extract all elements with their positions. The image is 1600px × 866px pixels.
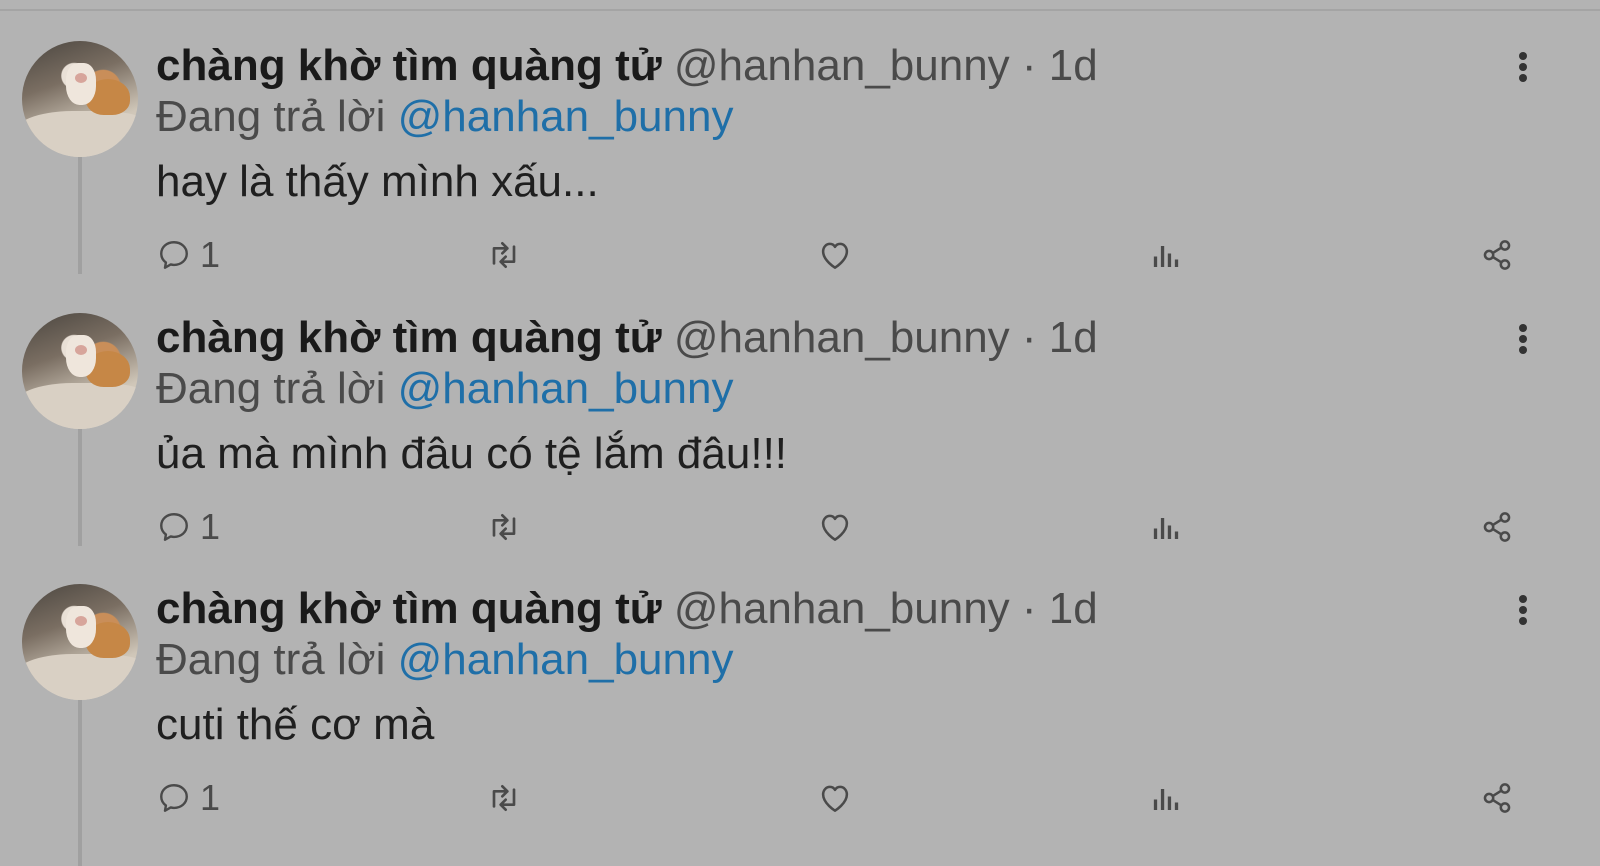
mention-link[interactable]: @hanhan_bunny <box>398 635 734 684</box>
more-icon[interactable] <box>1508 47 1538 87</box>
tweet-text: ủa mà mình đâu có tệ lắm đâu!!! <box>156 429 788 478</box>
handle[interactable]: @hanhan_bunny <box>674 584 1010 633</box>
replying-prefix: Đang trả lời <box>156 92 386 141</box>
avatar[interactable] <box>22 41 138 157</box>
replying-to: Đang trả lời @hanhan_bunny <box>156 91 733 143</box>
timestamp[interactable]: 1d <box>1049 584 1098 633</box>
reply-icon <box>160 784 188 812</box>
tweet-text: cuti thế cơ mà <box>156 700 435 749</box>
views-icon <box>1153 246 1179 267</box>
timestamp[interactable]: 1d <box>1049 313 1098 362</box>
mention-link[interactable]: @hanhan_bunny <box>398 364 734 413</box>
display-name[interactable]: chàng khờ tìm quàng tử <box>156 41 662 90</box>
tweet-header: chàng khờ tìm quàng tử @hanhan_bunny · 1… <box>156 312 1098 364</box>
tweet[interactable]: chàng khờ tìm quàng tử @hanhan_bunny · 1… <box>0 0 1600 277</box>
retweet-icon <box>492 514 516 540</box>
tweet-header: chàng khờ tìm quàng tử @hanhan_bunny · 1… <box>156 40 1098 92</box>
views-icon <box>1153 518 1179 539</box>
tweet[interactable]: chàng khờ tìm quàng tử @hanhan_bunny · 1… <box>0 272 1600 549</box>
avatar[interactable] <box>22 313 138 429</box>
like-button[interactable] <box>816 773 854 823</box>
replying-to: Đang trả lời @hanhan_bunny <box>156 634 733 686</box>
retweet-button[interactable] <box>484 773 524 823</box>
reply-count: 1 <box>200 777 221 818</box>
display-name[interactable]: chàng khờ tìm quàng tử <box>156 584 662 633</box>
tweet[interactable]: chàng khờ tìm quàng tử @hanhan_bunny · 1… <box>0 543 1600 820</box>
mention-link[interactable]: @hanhan_bunny <box>398 92 734 141</box>
share-button[interactable] <box>1478 773 1516 823</box>
reply-count: 1 <box>200 234 221 275</box>
views-button[interactable] <box>1148 773 1184 823</box>
more-icon[interactable] <box>1508 319 1538 359</box>
timestamp[interactable]: 1d <box>1049 41 1098 90</box>
retweet-icon <box>492 242 516 268</box>
more-icon[interactable] <box>1508 590 1538 630</box>
reply-count: 1 <box>200 506 221 547</box>
retweet-icon <box>492 785 516 811</box>
replying-prefix: Đang trả lời <box>156 635 386 684</box>
share-icon <box>1483 783 1511 813</box>
replying-prefix: Đang trả lời <box>156 364 386 413</box>
tweet-text: hay là thấy mình xấu... <box>156 157 599 206</box>
replying-to: Đang trả lời @hanhan_bunny <box>156 363 733 415</box>
separator: · <box>1021 584 1037 633</box>
views-icon <box>1153 789 1179 810</box>
separator: · <box>1021 41 1037 90</box>
handle[interactable]: @hanhan_bunny <box>674 313 1010 362</box>
like-icon <box>821 242 849 269</box>
tweet-header: chàng khờ tìm quàng tử @hanhan_bunny · 1… <box>156 583 1098 635</box>
separator: · <box>1021 313 1037 362</box>
avatar[interactable] <box>22 584 138 700</box>
reply-icon <box>160 513 188 541</box>
handle[interactable]: @hanhan_bunny <box>674 41 1010 90</box>
reply-button[interactable]: 1 <box>156 773 220 823</box>
like-icon <box>821 514 849 541</box>
reply-icon <box>160 241 188 269</box>
like-icon <box>821 785 849 812</box>
display-name[interactable]: chàng khờ tìm quàng tử <box>156 313 662 362</box>
tweet-actions: 1 <box>0 773 1600 823</box>
share-icon <box>1483 512 1511 542</box>
share-icon <box>1483 240 1511 270</box>
